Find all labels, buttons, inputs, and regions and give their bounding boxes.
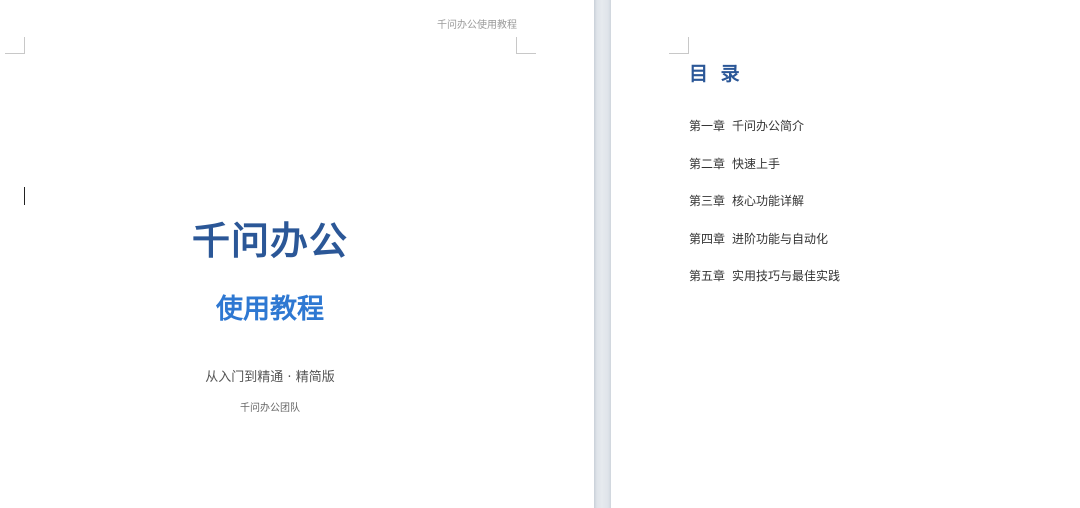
cover-page[interactable]: 千问办公使用教程 千问办公 使用教程 从入门到精通 · 精简版 千问办公团队 (0, 0, 594, 508)
toc-chapter-number: 第一章 (689, 119, 726, 133)
margin-corner-mark (669, 37, 689, 54)
toc-item[interactable]: 第五章 实用技巧与最佳实践 (689, 267, 840, 305)
toc-item[interactable]: 第三章 核心功能详解 (689, 192, 840, 230)
cover-tagline: 从入门到精通 · 精简版 (205, 370, 335, 385)
cover-title: 千问办公 (191, 219, 348, 263)
toc-chapter-name: 进阶功能与自动化 (732, 231, 829, 246)
cover-subtitle: 使用教程 (216, 294, 324, 325)
margin-corner-mark (516, 37, 536, 54)
toc-chapter-name: 核心功能详解 (732, 194, 805, 208)
toc-title: 目 录 (689, 63, 743, 85)
toc-chapter-name: 实用技巧与最佳实践 (732, 269, 841, 283)
toc-item[interactable]: 第二章 快速上手 (689, 155, 840, 193)
page-header-text: 千问办公使用教程 (437, 20, 517, 31)
toc-chapter-name: 千问办公简介 (732, 119, 805, 133)
toc-item[interactable]: 第一章 千问办公简介 (689, 117, 840, 155)
toc-page[interactable]: 目 录 第一章 千问办公简介 第二章 快速上手 第三章 核心功能详解 第四章 进阶功能与… (611, 0, 1080, 508)
cover-author: 千问办公团队 (240, 403, 300, 414)
toc-chapter-number: 第三章 (689, 194, 726, 208)
toc-chapter-number: 第五章 (689, 269, 726, 283)
toc-chapter-number: 第四章 (689, 231, 726, 246)
toc-chapter-name: 快速上手 (732, 156, 781, 171)
margin-corner-mark (5, 37, 25, 54)
toc-item[interactable]: 第四章 进阶功能与自动化 (689, 230, 840, 268)
toc-list: 第一章 千问办公简介 第二章 快速上手 第三章 核心功能详解 第四章 进阶功能与自动化 … (689, 117, 840, 305)
document-viewport[interactable]: 千问办公使用教程 千问办公 使用教程 从入门到精通 · 精简版 千问办公团队 目… (0, 0, 1080, 508)
page-gutter (594, 0, 611, 508)
toc-chapter-number: 第二章 (689, 156, 726, 171)
text-cursor (24, 187, 25, 205)
